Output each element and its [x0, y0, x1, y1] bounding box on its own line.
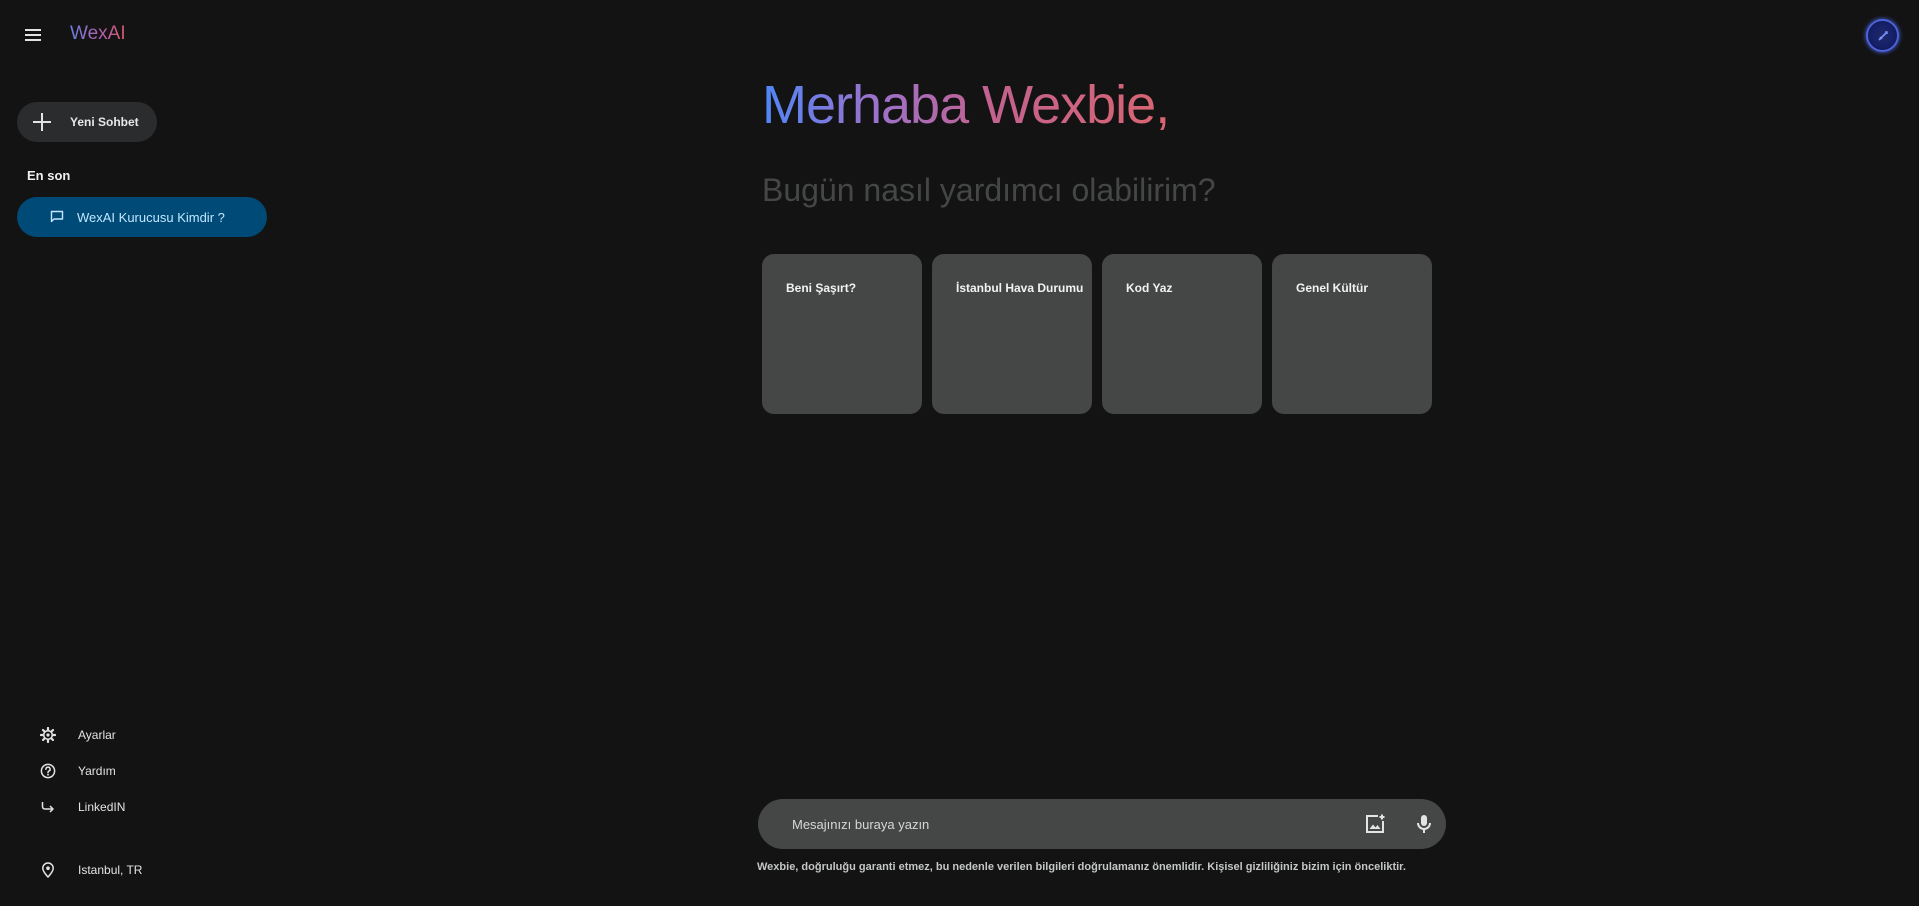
user-avatar[interactable]: [1866, 19, 1899, 52]
microphone-icon[interactable]: [1412, 812, 1436, 836]
message-input-bar: [758, 799, 1446, 849]
help-link[interactable]: Yardım: [38, 760, 238, 782]
suggestion-card-label: Kod Yaz: [1126, 281, 1173, 295]
gear-icon: [40, 727, 56, 743]
suggestion-card-label: Beni Şaşırt?: [786, 281, 857, 295]
new-chat-label: Yeni Sohbet: [70, 115, 139, 129]
menu-icon[interactable]: [20, 23, 46, 47]
recent-section-title: En son: [27, 168, 71, 183]
suggestion-card[interactable]: Genel Kültür: [1272, 254, 1432, 414]
greeting-subtitle: Bugün nasıl yardımcı olabilirim?: [762, 172, 1216, 208]
settings-link[interactable]: Ayarlar: [38, 724, 238, 746]
suggestion-card[interactable]: İstanbul Hava Durumu: [932, 254, 1092, 414]
suggestion-card-label: Genel Kültür: [1296, 281, 1369, 295]
linkedin-link[interactable]: LinkedIN: [38, 796, 238, 818]
linkedin-label: LinkedIN: [78, 800, 126, 814]
add-image-icon[interactable]: [1363, 812, 1387, 836]
location-label: Istanbul, TR: [78, 863, 143, 877]
suggestion-card[interactable]: Kod Yaz: [1102, 254, 1262, 414]
recent-chat-label: WexAI Kurucusu Kimdir ?: [77, 210, 225, 225]
new-chat-button[interactable]: Yeni Sohbet: [17, 102, 157, 142]
message-input[interactable]: [792, 813, 1352, 835]
plus-icon: [33, 113, 51, 131]
suggestion-card-label: İstanbul Hava Durumu: [956, 281, 1084, 295]
chat-bubble-icon: [50, 210, 64, 223]
share-icon: [41, 802, 54, 813]
disclaimer-text: Wexbie, doğruluğu garanti etmez, bu nede…: [757, 861, 1406, 873]
avatar-rocket-icon: [1877, 30, 1888, 41]
help-label: Yardım: [78, 764, 116, 778]
location-info: Istanbul, TR: [38, 859, 238, 881]
location-pin-icon: [42, 862, 54, 878]
app-root: WexAI Yeni Sohbet En son WexAI Kurucusu …: [0, 0, 1919, 906]
suggestion-card[interactable]: Beni Şaşırt?: [762, 254, 922, 414]
greeting-heading: Merhaba Wexbie,: [762, 75, 1170, 135]
app-title: WexAI: [70, 23, 126, 44]
help-icon: [40, 763, 56, 779]
settings-label: Ayarlar: [78, 728, 116, 742]
recent-chat-item[interactable]: WexAI Kurucusu Kimdir ?: [17, 197, 267, 237]
